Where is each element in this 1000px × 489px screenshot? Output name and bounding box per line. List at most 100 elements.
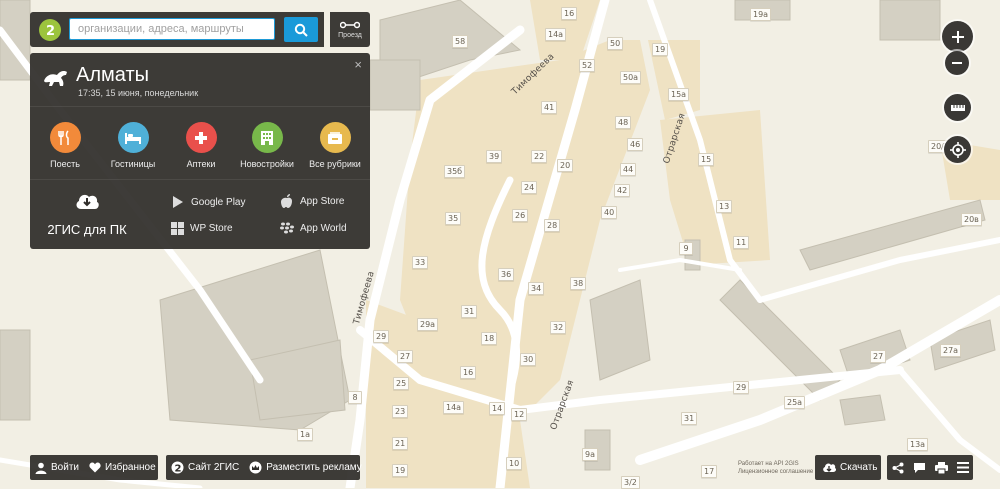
app-store-link[interactable]: App Store <box>280 194 344 209</box>
city-name: Алматы <box>76 64 149 86</box>
rubric-label: Гостиницы <box>110 159 156 169</box>
house-number: 50 <box>607 37 624 50</box>
hamburger-icon <box>956 462 969 473</box>
fork-knife-icon <box>49 122 81 153</box>
rubric-newbuildings[interactable]: Новостройки <box>234 122 300 169</box>
download-pc-label: 2ГИС для ПК <box>47 222 127 237</box>
user-icon <box>35 462 47 474</box>
city-card: Алматы 17:35, 15 июня, понедельник × Пое… <box>30 53 370 249</box>
login-button[interactable]: Войти <box>30 462 84 474</box>
rubric-label: Новостройки <box>240 159 294 169</box>
house-number: 41 <box>541 101 558 114</box>
house-number: 12 <box>511 408 528 421</box>
house-number: 27 <box>397 350 414 363</box>
house-number: 1а <box>297 428 313 441</box>
house-number: 29а <box>417 318 439 331</box>
house-number: 33 <box>412 256 429 269</box>
favorites-button[interactable]: Избранное <box>84 462 161 473</box>
api-credit[interactable]: Работает на API 2GIS <box>738 460 813 468</box>
menu-button[interactable] <box>955 462 971 473</box>
rubric-label: Поесть <box>50 159 80 169</box>
house-number: 36 <box>498 268 515 281</box>
download-button[interactable]: Скачать <box>815 462 883 474</box>
house-number: 28 <box>544 219 561 232</box>
house-number: 27а <box>940 344 962 357</box>
app-store-label: App Store <box>300 196 345 207</box>
logo-2gis-small-icon: 2 <box>171 461 184 474</box>
house-number: 20в <box>961 213 982 226</box>
house-number: 29 <box>733 381 750 394</box>
app-world-link[interactable]: App World <box>280 222 347 234</box>
geolocation-button[interactable] <box>944 136 971 163</box>
search-icon <box>294 23 308 37</box>
cloud-download-small-icon <box>823 463 836 472</box>
wp-store-label: WP Store <box>190 223 233 234</box>
logo-2gis[interactable]: 2 <box>39 19 61 41</box>
house-number: 11 <box>733 236 750 249</box>
house-number: 14а <box>443 401 465 414</box>
house-number: 22 <box>531 150 548 163</box>
print-button[interactable] <box>933 461 950 474</box>
account-bar: Войти Избранное <box>30 455 158 480</box>
house-number: 19а <box>750 8 772 21</box>
house-number: 8 <box>348 391 362 404</box>
download-pc-button[interactable]: 2ГИС для ПК <box>46 191 128 237</box>
divider <box>30 106 370 107</box>
zoom-out-button[interactable] <box>945 51 969 75</box>
rubric-label: Все рубрики <box>309 159 361 169</box>
close-button[interactable]: × <box>354 57 362 72</box>
bed-icon <box>117 122 149 153</box>
divider <box>30 179 370 180</box>
house-number: 31 <box>461 305 478 318</box>
search-input[interactable] <box>69 18 275 40</box>
site-2gis-link[interactable]: 2 Сайт 2ГИС <box>166 461 244 474</box>
license-link[interactable]: Лицензионное соглашение <box>738 468 813 476</box>
blackberry-icon <box>280 222 294 234</box>
house-number: 13 <box>716 200 733 213</box>
rubric-all[interactable]: Все рубрики <box>302 122 368 169</box>
house-number: 21 <box>392 437 409 450</box>
minus-icon <box>952 62 962 64</box>
route-icon <box>340 21 360 28</box>
house-number: 58 <box>452 35 469 48</box>
route-button[interactable]: Проезд <box>330 12 370 47</box>
favorites-label: Избранное <box>104 462 156 473</box>
house-number: 13а <box>907 438 929 451</box>
house-number: 39 <box>486 150 503 163</box>
rubric-pharmacies[interactable]: Аптеки <box>168 122 234 169</box>
house-number: 19 <box>652 43 669 56</box>
house-number: 40 <box>601 206 618 219</box>
house-number: 9 <box>679 242 693 255</box>
house-number: 30 <box>520 353 537 366</box>
site-bar: 2 Сайт 2ГИС Разместить рекламу <box>166 455 362 480</box>
search-button[interactable] <box>284 17 318 42</box>
rubric-hotels[interactable]: Гостиницы <box>100 122 166 169</box>
download-bar: Скачать <box>815 455 881 480</box>
zoom-in-button[interactable] <box>942 21 973 52</box>
house-number: 20 <box>557 159 574 172</box>
site-2gis-label: Сайт 2ГИС <box>188 462 240 473</box>
house-number: 24 <box>521 181 538 194</box>
house-number: 35б <box>444 165 466 178</box>
advertise-link[interactable]: Разместить рекламу <box>244 461 367 474</box>
crown-icon <box>249 461 262 474</box>
google-play-icon <box>173 196 183 208</box>
wp-store-link[interactable]: WP Store <box>171 222 233 235</box>
rubric-food[interactable]: Поесть <box>32 122 98 169</box>
login-label: Войти <box>51 462 79 473</box>
chat-icon <box>913 462 925 473</box>
house-number: 27 <box>870 350 887 363</box>
house-number: 52 <box>579 59 596 72</box>
share-button[interactable] <box>890 462 906 474</box>
google-play-link[interactable]: Google Play <box>171 195 245 209</box>
printer-icon <box>934 461 948 474</box>
house-number: 15 <box>698 153 715 166</box>
windows-icon <box>171 222 184 235</box>
feedback-button[interactable] <box>911 462 928 474</box>
house-number: 25 <box>393 377 410 390</box>
house-number: 16 <box>561 7 578 20</box>
house-number: 46 <box>627 138 644 151</box>
svg-text:2: 2 <box>175 464 182 475</box>
ruler-button[interactable] <box>944 94 971 121</box>
cloud-download-icon <box>76 194 99 209</box>
